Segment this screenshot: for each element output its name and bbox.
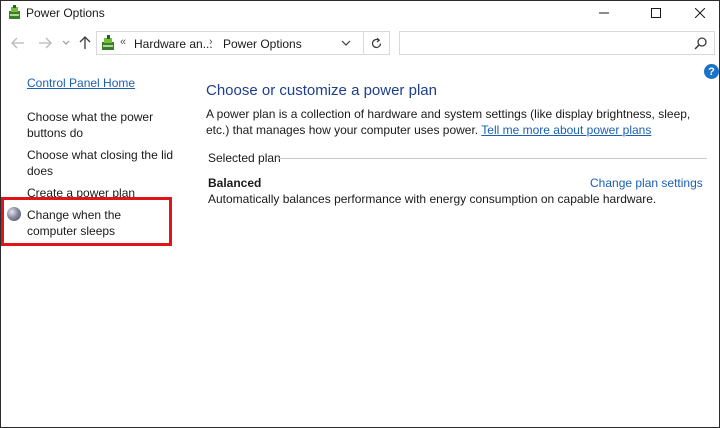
up-arrow-icon [79,36,91,49]
breadcrumb-overflow[interactable]: « [120,36,126,48]
navigation-bar: « Hardware an... › Power Options [1,25,719,61]
help-icon[interactable]: ? [704,64,719,79]
window-title: Power Options [26,6,105,20]
minimize-button[interactable] [581,1,627,25]
sidebar-item-power-buttons[interactable]: Choose what the power buttons do [27,109,177,141]
sidebar-item-closing-lid[interactable]: Choose what closing the lid does [27,147,177,179]
back-arrow-icon [11,37,24,49]
selected-plan-label: Selected plan [208,151,281,165]
search-input[interactable] [399,31,715,55]
minimize-icon [599,12,609,14]
breadcrumb-hardware[interactable]: Hardware an... [134,37,213,51]
back-button[interactable] [10,35,26,51]
control-panel-home-link[interactable]: Control Panel Home [27,75,135,91]
up-button[interactable] [77,35,93,51]
maximize-button[interactable] [633,1,679,25]
recent-dropdown-icon [62,40,70,45]
power-options-icon [7,5,22,20]
close-icon [695,8,705,18]
close-button[interactable] [677,1,720,25]
address-dropdown-button[interactable] [339,36,353,50]
recent-locations-button[interactable] [61,35,71,51]
power-options-window: Power Options « Hardware an... › Power O… [0,0,720,428]
page-description: A power plan is a collection of hardware… [206,106,701,138]
learn-more-link[interactable]: Tell me more about power plans [481,123,651,137]
page-title: Choose or customize a power plan [206,82,437,99]
maximize-icon [651,8,661,18]
breadcrumb-power-options[interactable]: Power Options [223,37,302,51]
forward-arrow-icon [39,37,52,49]
plan-description: Automatically balances performance with … [208,192,657,206]
highlight-box [1,197,172,246]
power-options-icon [100,35,116,51]
address-bar[interactable]: « Hardware an... › Power Options [96,31,364,55]
refresh-icon [371,37,382,48]
section-divider [279,158,707,159]
forward-button[interactable] [37,35,53,51]
chevron-down-icon [341,40,351,46]
title-bar: Power Options [1,1,719,25]
plan-name: Balanced [208,176,262,190]
refresh-button[interactable] [364,31,390,55]
search-icon[interactable] [694,36,708,50]
breadcrumb-separator[interactable]: › [209,36,213,48]
change-plan-settings-link[interactable]: Change plan settings [590,176,703,190]
